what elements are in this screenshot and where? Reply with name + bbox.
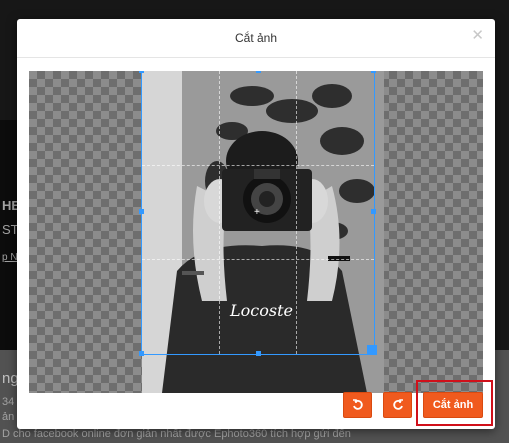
rotate-left-icon: [352, 399, 363, 410]
handle-w[interactable]: [139, 209, 144, 214]
grid-line-v1: [219, 71, 220, 354]
modal-title: Cắt ảnh: [234, 31, 278, 45]
handle-e[interactable]: [371, 209, 376, 214]
handle-s[interactable]: [256, 351, 261, 356]
rotate-right-icon: [392, 399, 403, 410]
rotate-left-button[interactable]: [343, 392, 372, 418]
handle-sw[interactable]: [139, 351, 144, 356]
handle-se[interactable]: [367, 345, 377, 355]
grid-line-h2: [142, 259, 374, 260]
handle-n[interactable]: [256, 71, 261, 73]
crop-canvas[interactable]: Locoste +: [29, 71, 483, 393]
close-icon[interactable]: ✕: [471, 28, 484, 44]
handle-ne[interactable]: [371, 71, 376, 73]
modal-header: Cắt ảnh ✕: [17, 19, 495, 58]
grid-line-v2: [296, 71, 297, 354]
crop-modal: Cắt ảnh ✕ Locoste + Cắt ảnh: [17, 19, 495, 429]
handle-nw[interactable]: [139, 71, 144, 73]
grid-line-h1: [142, 165, 374, 166]
rotate-right-button[interactable]: [383, 392, 412, 418]
crop-center-icon: +: [254, 207, 260, 218]
highlight-box: [416, 380, 493, 426]
crop-selection[interactable]: +: [139, 71, 377, 356]
